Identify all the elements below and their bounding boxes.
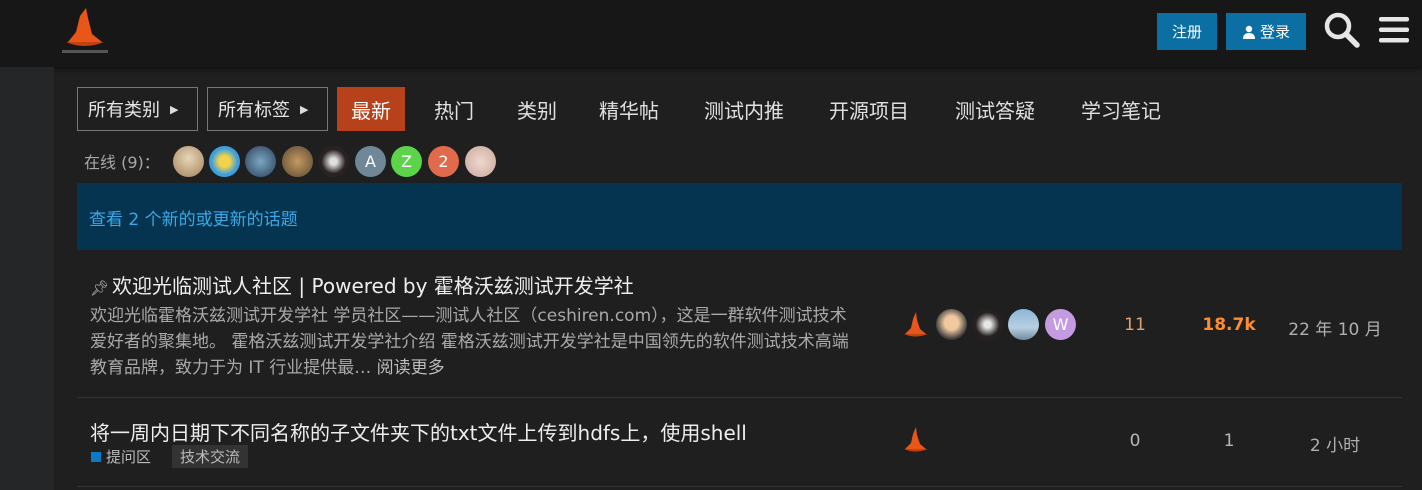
avatar[interactable] [173,146,204,177]
topic-title-text[interactable]: 欢迎光临测试人社区 | Powered by 霍格沃兹测试开发学社 [112,274,634,298]
poster-avatar[interactable] [936,309,967,340]
poster-avatar[interactable]: W [1045,309,1076,340]
topic-excerpt: 欢迎光临霍格沃兹测试开发学社 学员社区——测试人社区（ceshiren.com）… [90,303,860,381]
pin-icon: 📌︎ [90,279,110,297]
category-label: 提问区 [106,448,152,466]
tab-referrals[interactable]: 测试内推 [704,87,784,131]
avatar[interactable]: A [355,146,386,177]
views-count: 1 [1223,431,1235,451]
activity-time[interactable]: 2 小时 [1283,431,1387,456]
topic-tag[interactable]: 技术交流 [172,445,249,468]
poster-avatar[interactable] [972,309,1003,340]
avatar[interactable]: Z [391,146,422,177]
login-button[interactable]: 登录 [1226,13,1306,50]
topic-title[interactable]: 将一周内日期下不同名称的子文件夹下的txt文件上传到hdfs上，使用shell [90,417,747,446]
hamburger-icon[interactable] [1378,14,1410,46]
tab-open-source[interactable]: 开源项目 [829,87,909,131]
avatar[interactable]: 2 [428,146,459,177]
poster-avatar[interactable] [900,309,931,340]
replies-count: 11 [1124,315,1146,335]
categories-dropdown-label: 所有类别 [88,100,160,121]
replies-count: 0 [1129,431,1141,451]
tab-qa[interactable]: 测试答疑 [955,87,1035,131]
avatar[interactable] [209,146,240,177]
user-icon [1242,25,1255,39]
site-logo[interactable] [58,4,110,56]
category-color-square [91,451,101,462]
site-header: 注册 登录 [0,0,1422,67]
caret-right-icon: ▶ [300,102,309,116]
read-more-link[interactable]: 阅读更多 [377,358,445,378]
tags-dropdown-label: 所有标签 [218,100,290,121]
avatar[interactable] [465,146,496,177]
tab-featured[interactable]: 精华帖 [599,87,659,131]
activity-time[interactable]: 22 年 10 月 [1283,315,1387,340]
new-topics-link[interactable]: 查看 2 个新的或更新的话题 [89,205,298,230]
left-gutter [0,67,54,490]
row-divider [77,486,1402,487]
avatar[interactable] [318,146,349,177]
tab-categories[interactable]: 类别 [517,87,557,131]
search-icon[interactable] [1324,12,1360,48]
tab-latest[interactable]: 最新 [337,87,405,131]
category-badge[interactable]: 提问区 [91,446,151,467]
caret-right-icon: ▶ [170,102,179,116]
tags-dropdown[interactable]: 所有标签 ▶ [207,87,328,131]
avatar[interactable] [282,146,313,177]
tab-hot[interactable]: 热门 [434,87,474,131]
poster-avatar[interactable] [900,424,931,455]
poster-avatar[interactable] [1008,309,1039,340]
login-label: 登录 [1259,23,1290,41]
online-label: 在线 (9)： [84,153,160,172]
tab-notes[interactable]: 学习笔记 [1081,87,1161,131]
categories-dropdown[interactable]: 所有类别 ▶ [77,87,198,131]
new-topics-banner[interactable]: 查看 2 个新的或更新的话题 [77,183,1402,250]
topic-title[interactable]: 📌︎ 欢迎光临测试人社区 | Powered by 霍格沃兹测试开发学社 [90,270,634,299]
views-count: 18.7k [1202,315,1256,335]
signup-button[interactable]: 注册 [1157,13,1217,50]
row-divider [77,397,1402,398]
topic-excerpt-text: 欢迎光临霍格沃兹测试开发学社 学员社区——测试人社区（ceshiren.com）… [90,306,849,378]
avatar[interactable] [245,146,276,177]
